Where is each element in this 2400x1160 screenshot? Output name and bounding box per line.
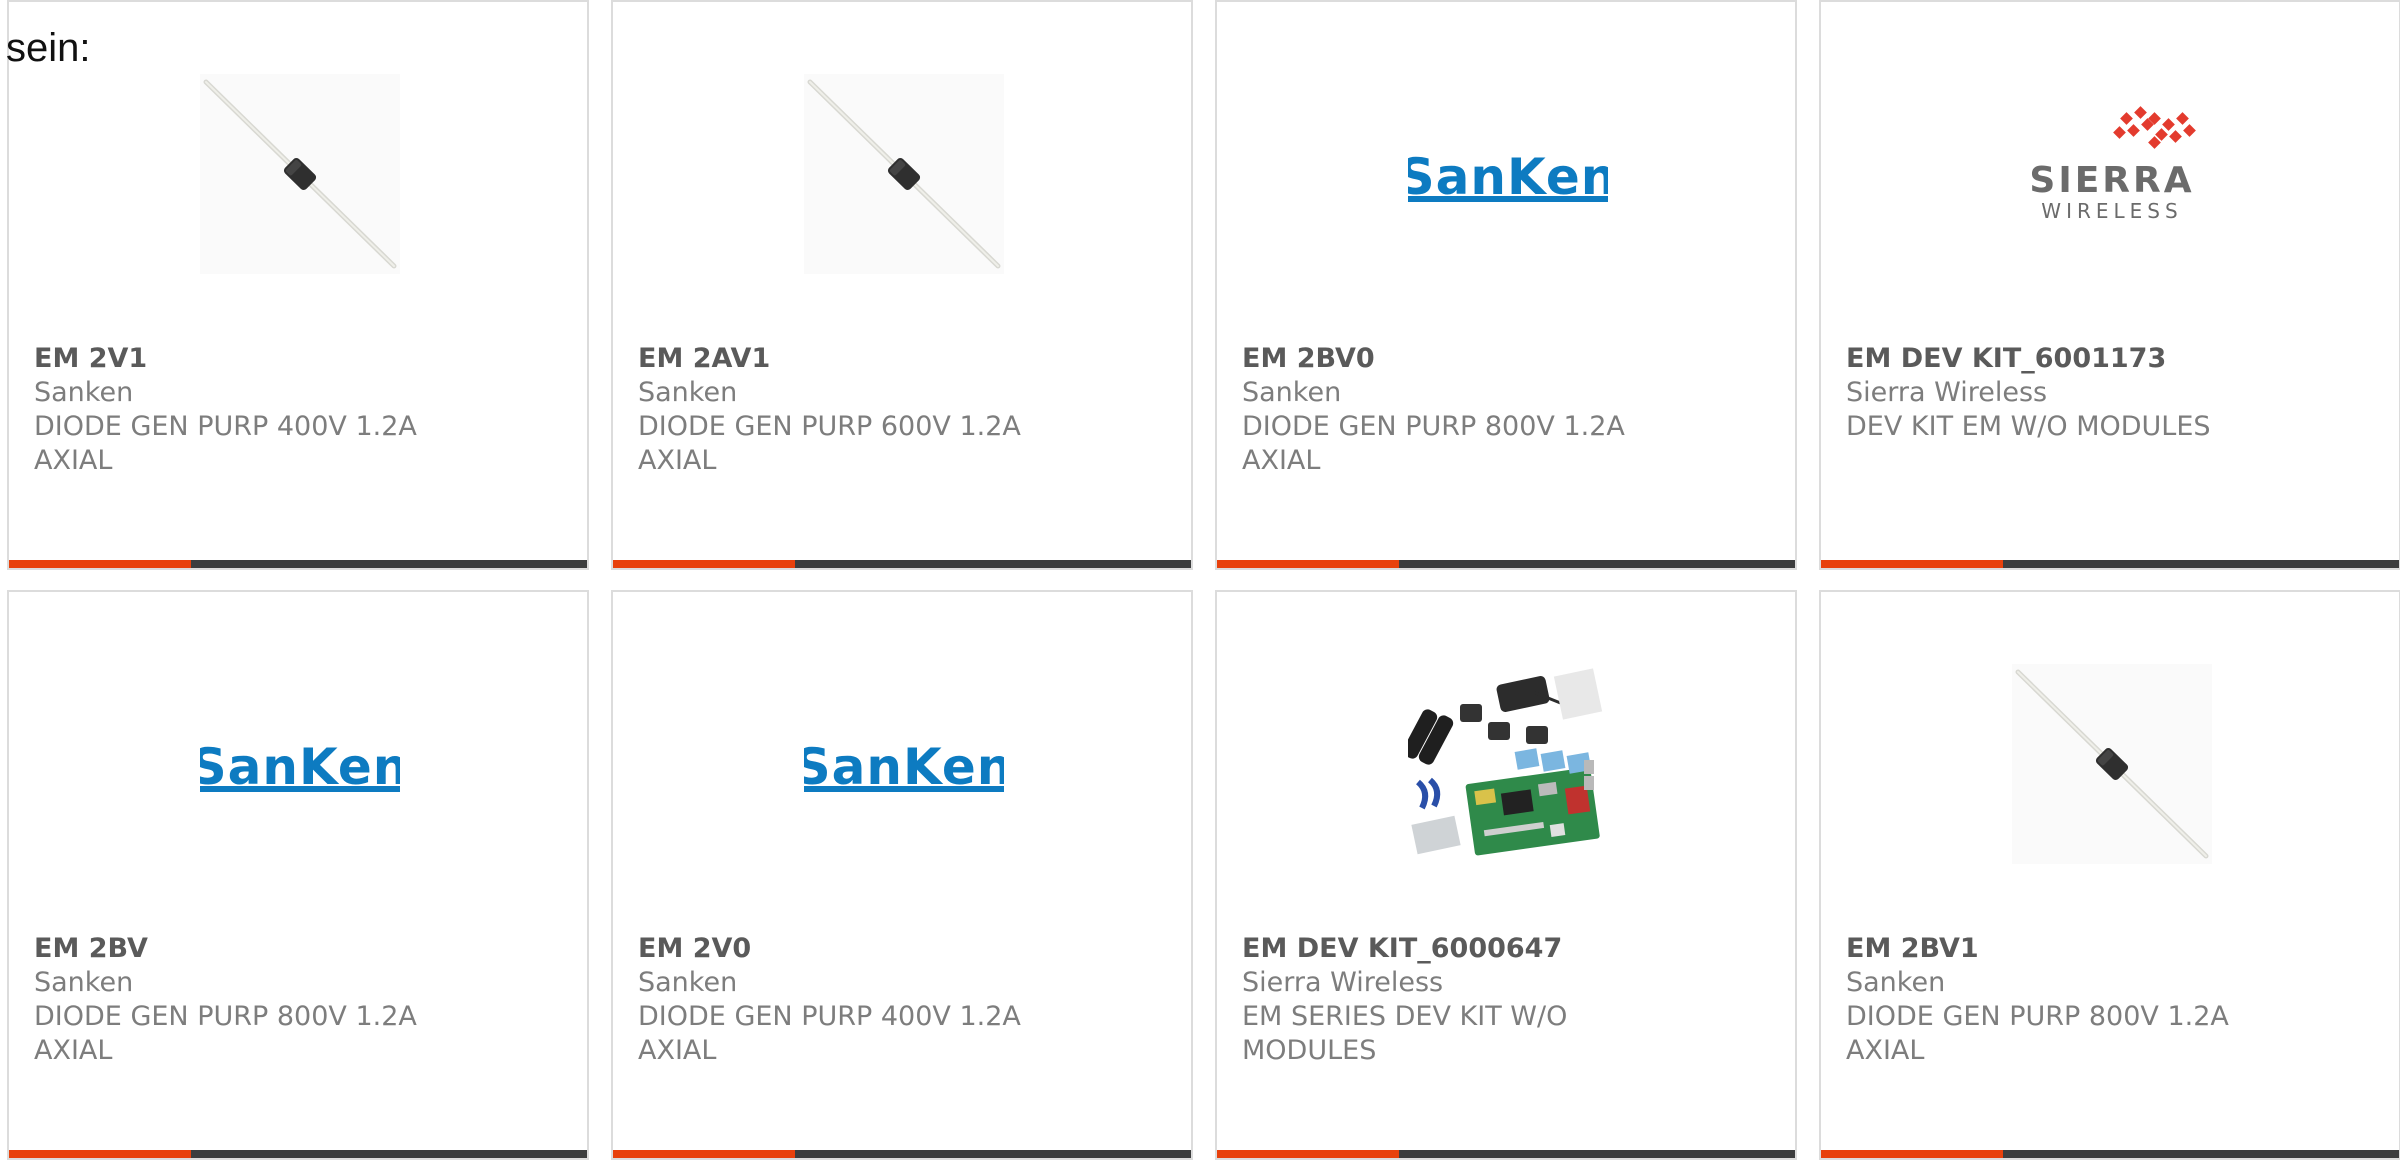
intro-text: sein:: [6, 26, 91, 70]
product-description: DIODE GEN PURP 800V 1.2A AXIAL: [34, 1001, 417, 1066]
card-accent-bar: [613, 1150, 1191, 1158]
card-accent-bar: [1217, 560, 1795, 568]
product-description: DIODE GEN PURP 400V 1.2A AXIAL: [638, 1001, 1021, 1066]
part-number-link[interactable]: EM DEV KIT_6001173: [1846, 342, 2366, 376]
product-card[interactable]: EM DEV KIT_6000647 Sierra Wireless EM SE…: [1215, 590, 1797, 1160]
product-card[interactable]: SanKen EM 2BV Sanken DIODE GEN PURP 800V…: [7, 590, 589, 1160]
product-description: DIODE GEN PURP 600V 1.2A AXIAL: [638, 411, 1021, 476]
product-description: EM SERIES DEV KIT W/O MODULES: [1242, 1001, 1568, 1066]
product-card[interactable]: SanKen EM 2BV0 Sanken DIODE GEN PURP 800…: [1215, 0, 1797, 570]
manufacturer-name: Sierra Wireless: [1846, 377, 2048, 408]
svg-text:WIRELESS: WIRELESS: [2041, 199, 2182, 223]
product-card[interactable]: EM 2V1 Sanken DIODE GEN PURP 400V 1.2A A…: [7, 0, 589, 570]
card-accent-bar: [9, 560, 587, 568]
part-number-link[interactable]: EM 2BV1: [1846, 932, 2366, 966]
manufacturer-name: Sanken: [638, 967, 738, 998]
product-card[interactable]: SIERRA WIRELESS EM DEV KIT_6001173 Sierr…: [1819, 0, 2400, 570]
part-number-link[interactable]: EM 2BV0: [1242, 342, 1762, 376]
product-card[interactable]: SanKen EM 2V0 Sanken DIODE GEN PURP 400V…: [611, 590, 1193, 1160]
product-card[interactable]: EM 2AV1 Sanken DIODE GEN PURP 600V 1.2A …: [611, 0, 1193, 570]
part-number-link[interactable]: EM 2BV: [34, 932, 554, 966]
card-accent-bar: [613, 560, 1191, 568]
axial-diode-image: [804, 74, 1004, 274]
manufacturer-name: Sanken: [1242, 377, 1342, 408]
dev-kit-image: [1408, 664, 1608, 864]
sanken-logo: SanKen: [200, 664, 400, 864]
manufacturer-name: Sierra Wireless: [1242, 967, 1444, 998]
axial-diode-image: [200, 74, 400, 274]
card-accent-bar: [9, 1150, 587, 1158]
card-accent-bar: [1217, 1150, 1795, 1158]
product-description: DIODE GEN PURP 800V 1.2A AXIAL: [1846, 1001, 2229, 1066]
card-accent-bar: [1821, 560, 2399, 568]
product-card[interactable]: EM 2BV1 Sanken DIODE GEN PURP 800V 1.2A …: [1819, 590, 2400, 1160]
product-description: DIODE GEN PURP 800V 1.2A AXIAL: [1242, 411, 1625, 476]
svg-text:SIERRA: SIERRA: [2029, 160, 2194, 201]
sanken-logo: SanKen: [804, 664, 1004, 864]
part-number-link[interactable]: EM 2V0: [638, 932, 1158, 966]
manufacturer-name: Sanken: [1846, 967, 1946, 998]
manufacturer-name: Sanken: [34, 377, 134, 408]
product-description: DIODE GEN PURP 400V 1.2A AXIAL: [34, 411, 417, 476]
part-number-link[interactable]: EM DEV KIT_6000647: [1242, 932, 1762, 966]
part-number-link[interactable]: EM 2V1: [34, 342, 554, 376]
product-description: DEV KIT EM W/O MODULES: [1846, 411, 2211, 442]
product-grid: EM 2V1 Sanken DIODE GEN PURP 400V 1.2A A…: [0, 0, 2400, 1160]
sierra-wireless-logo: SIERRA WIRELESS: [2012, 74, 2212, 274]
manufacturer-name: Sanken: [638, 377, 738, 408]
axial-diode-image: [2012, 664, 2212, 864]
card-accent-bar: [1821, 1150, 2399, 1158]
part-number-link[interactable]: EM 2AV1: [638, 342, 1158, 376]
sanken-logo: SanKen: [1408, 74, 1608, 274]
manufacturer-name: Sanken: [34, 967, 134, 998]
